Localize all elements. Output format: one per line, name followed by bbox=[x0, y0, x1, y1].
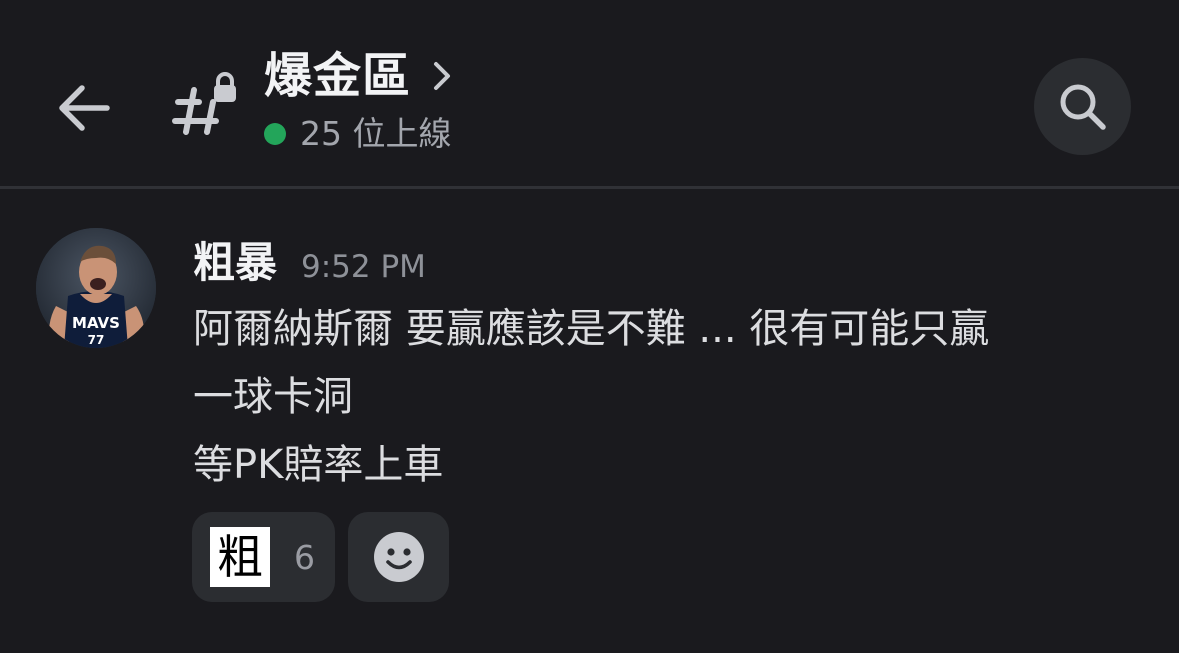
online-status: 25 位上線 bbox=[264, 112, 451, 156]
avatar-player-image: MAVS 77 bbox=[36, 228, 156, 348]
reaction-button[interactable]: 粗 6 bbox=[192, 512, 335, 602]
message-timestamp: 9:52 PM bbox=[301, 249, 426, 285]
channel-header: 爆金區 25 位上線 bbox=[0, 0, 1179, 186]
message-line: 一球卡洞 bbox=[193, 374, 353, 420]
svg-text:77: 77 bbox=[88, 333, 105, 347]
author-name[interactable]: 粗暴 bbox=[193, 233, 277, 293]
channel-title-button[interactable]: 爆金區 bbox=[264, 44, 453, 108]
locked-text-channel-icon bbox=[172, 72, 236, 135]
channel-name: 爆金區 bbox=[264, 48, 412, 104]
avatar[interactable]: MAVS 77 bbox=[36, 228, 156, 348]
reaction-count: 6 bbox=[294, 537, 315, 577]
online-count: 25 位上線 bbox=[300, 114, 452, 153]
online-dot-icon bbox=[264, 123, 286, 145]
svg-text:MAVS: MAVS bbox=[72, 314, 120, 332]
search-button[interactable] bbox=[1034, 58, 1131, 155]
message-content: 阿爾納斯爾 要贏應該是不難 ... 很有可能只贏 一球卡洞 等PK賠率上車 bbox=[193, 295, 1153, 499]
message-line: 阿爾納斯爾 要贏應該是不難 ... 很有可能只贏 bbox=[193, 306, 990, 352]
message-line: 等PK賠率上車 bbox=[193, 442, 444, 488]
custom-emoji: 粗 bbox=[210, 527, 270, 587]
add-reaction-smiley-icon bbox=[373, 532, 424, 582]
add-reaction-button[interactable] bbox=[348, 512, 449, 602]
chat-screen: 爆金區 25 位上線 MAVS 77 粗暴 9:52 PM 阿爾納斯爾 要贏應該… bbox=[0, 0, 1179, 653]
back-button[interactable] bbox=[48, 72, 120, 144]
search-icon bbox=[1060, 84, 1106, 130]
chevron-right-icon bbox=[434, 62, 451, 90]
reactions-bar: 粗 6 bbox=[192, 512, 449, 602]
message-item: MAVS 77 粗暴 9:52 PM 阿爾納斯爾 要贏應該是不難 ... 很有可… bbox=[0, 189, 1179, 653]
message-header: 粗暴 9:52 PM bbox=[193, 233, 426, 293]
arrow-left-icon bbox=[59, 85, 110, 131]
